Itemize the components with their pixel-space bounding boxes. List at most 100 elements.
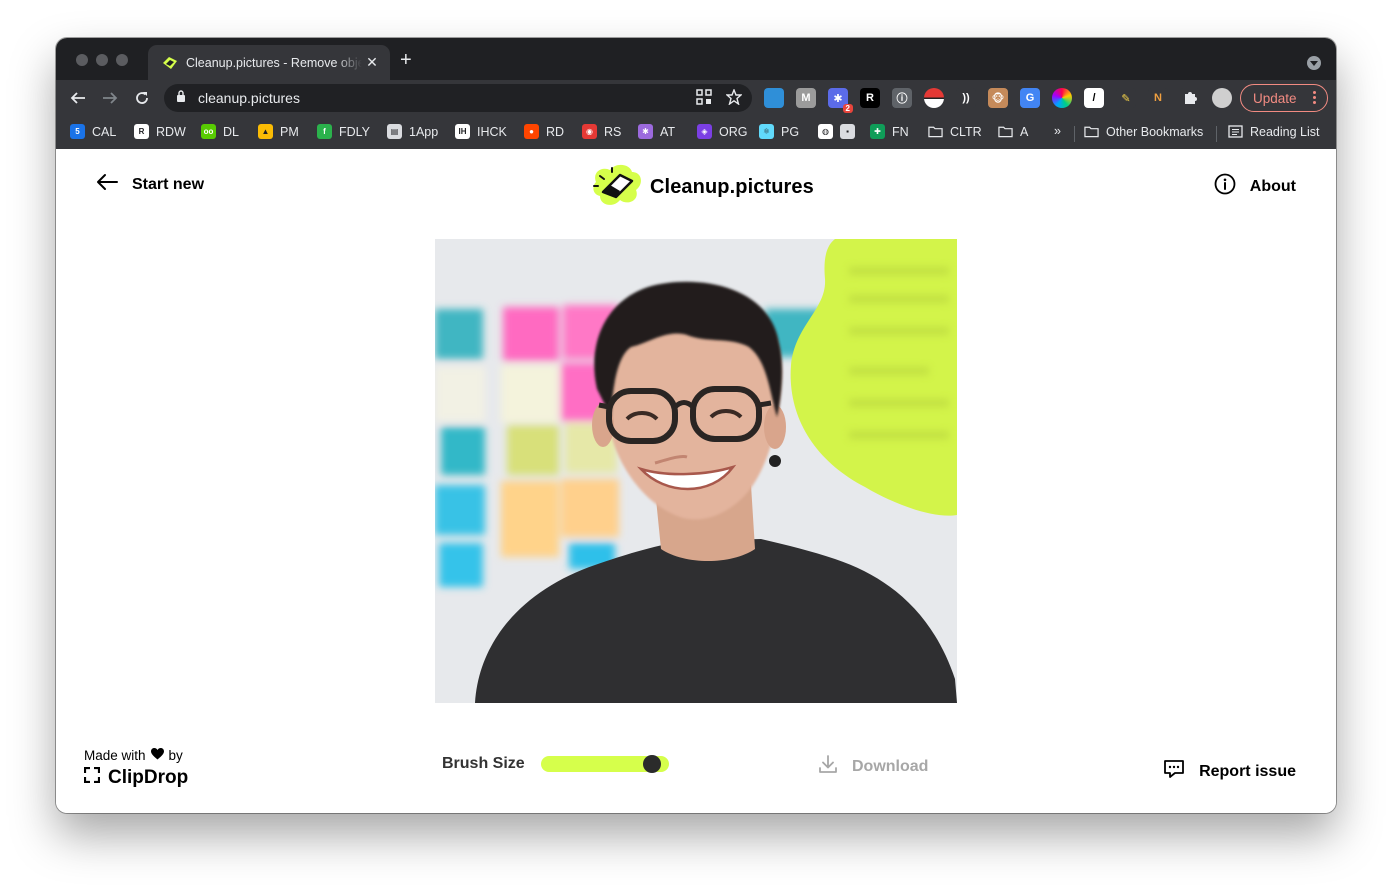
page-content: Start new Cleanup.pictures About Made wi… — [56, 149, 1336, 813]
rs-icon: ◉ — [582, 124, 597, 139]
bookmarks-separator — [1074, 126, 1075, 142]
cleanup-favicon-icon — [162, 56, 178, 70]
minimize-window-dot[interactable] — [96, 54, 108, 66]
pokeball-extension-icon[interactable] — [924, 88, 944, 108]
shield-icon: ◈ — [697, 124, 712, 139]
clipdrop-logo-icon — [83, 766, 101, 789]
slash-extension-icon[interactable]: / — [1084, 88, 1104, 108]
profile-avatar-icon[interactable] — [1212, 88, 1232, 108]
bookmark-label: AT — [660, 124, 676, 139]
brush-size-label: Brush Size — [442, 755, 525, 772]
brush-size-control: Brush Size — [442, 755, 669, 773]
m-extension-icon[interactable]: M — [796, 88, 816, 108]
bookmark-label: CAL — [92, 124, 117, 139]
bookmark-pg[interactable]: ⚛ PG — [759, 124, 799, 139]
bookmark-dl[interactable]: oo DL — [201, 124, 239, 139]
editable-photo-canvas[interactable] — [435, 239, 957, 703]
browser-tab-active[interactable]: Cleanup.pictures - Remove objects ✕ — [148, 45, 390, 80]
update-button[interactable]: Update — [1240, 84, 1328, 112]
logo-text: Cleanup.pictures — [650, 176, 814, 198]
ni-extension-icon[interactable]: N — [1148, 88, 1168, 108]
bookmark-ihck[interactable]: IH IHCK — [455, 124, 507, 139]
back-arrow-icon[interactable] — [66, 86, 90, 110]
bookmark-label: FDLY — [339, 124, 371, 139]
more-menu-icon[interactable] — [1313, 91, 1316, 106]
bookmark-globe[interactable]: ◍ — [818, 124, 833, 139]
folder-icon — [998, 124, 1013, 139]
snowflake-extension-icon[interactable]: ✱ 2 — [828, 88, 853, 113]
puzzle-extension-icon[interactable] — [1180, 88, 1200, 108]
bookmarks-separator — [1216, 126, 1217, 142]
download-button[interactable]: Download — [818, 754, 928, 779]
bookmark-cltr[interactable]: CLTR — [928, 124, 982, 139]
about-label: About — [1249, 177, 1296, 195]
zoom-window-dot[interactable] — [116, 54, 128, 66]
folder-icon — [928, 124, 943, 139]
close-tab-icon[interactable]: ✕ — [364, 54, 380, 71]
about-button[interactable]: About — [1214, 173, 1296, 200]
bookmark-note[interactable]: ▪ — [840, 124, 855, 139]
react-icon: ⚛ — [759, 124, 774, 139]
qr-code-icon[interactable] — [696, 89, 712, 110]
brush-size-slider[interactable] — [540, 755, 669, 773]
forward-arrow-icon[interactable] — [98, 86, 122, 110]
bookmark-label: CLTR — [950, 124, 982, 139]
address-bar[interactable]: cleanup.pictures — [164, 84, 752, 112]
report-issue-label: Report issue — [1199, 762, 1296, 780]
bookmark-at[interactable]: ✱ AT — [638, 124, 675, 139]
bookmark-fdly[interactable]: f FDLY — [317, 124, 370, 139]
browser-window: Cleanup.pictures - Remove objects ✕ + cl… — [56, 38, 1336, 813]
bookmark-label: ORG — [719, 124, 748, 139]
bookmark-rd[interactable]: ● RD — [524, 124, 564, 139]
bookmark-label: RDW — [156, 124, 186, 139]
app-logo[interactable]: Cleanup.pictures — [590, 162, 814, 213]
translate-extension-icon[interactable]: G — [1020, 88, 1040, 108]
reading-list-icon — [1228, 124, 1243, 139]
bookmark-rs[interactable]: ◉ RS — [582, 124, 621, 139]
info-extension-icon[interactable]: ⓘ — [892, 88, 912, 108]
drive-icon: ▲ — [258, 124, 273, 139]
color-ring-extension-icon[interactable] — [1052, 88, 1072, 108]
new-tab-icon[interactable]: + — [400, 50, 412, 70]
bookmark-cal[interactable]: 5 CAL — [70, 124, 116, 139]
tab-search-icon[interactable] — [1307, 56, 1321, 70]
reload-icon[interactable] — [130, 86, 154, 110]
feedly-icon: f — [317, 124, 332, 139]
calendar-icon: 5 — [70, 124, 85, 139]
arrow-left-icon — [96, 173, 118, 196]
bookmark-rdw[interactable]: R RDW — [134, 124, 186, 139]
signal-extension-icon[interactable]: )) — [956, 88, 976, 108]
brush-size-slider-handle[interactable] — [642, 755, 661, 773]
start-new-button[interactable]: Start new — [96, 173, 204, 196]
reading-list-label: Reading List — [1250, 124, 1320, 139]
bookmark-label: FN — [892, 124, 909, 139]
bookmark-fn[interactable]: ✚ FN — [870, 124, 909, 139]
report-issue-button[interactable]: Report issue — [1163, 758, 1296, 785]
eraser-logo-icon — [590, 162, 644, 213]
other-bookmarks-label: Other Bookmarks — [1106, 124, 1204, 139]
close-window-dot[interactable] — [76, 54, 88, 66]
clipdrop-link[interactable]: ClipDrop — [83, 766, 189, 789]
monkey-extension-icon[interactable]: 🐵 — [988, 88, 1008, 108]
bookmark-label: PG — [781, 124, 800, 139]
duolingo-icon: oo — [201, 124, 216, 139]
bookmark-pm[interactable]: ▲ PM — [258, 124, 299, 139]
start-new-label: Start new — [132, 175, 205, 193]
gem-extension-icon[interactable] — [764, 88, 784, 108]
r-extension-icon[interactable]: R — [860, 88, 880, 108]
reading-list[interactable]: Reading List — [1228, 124, 1320, 139]
bookmark-label: A — [1020, 124, 1029, 139]
bookmark-org[interactable]: ◈ ORG — [697, 124, 747, 139]
clipdrop-label: ClipDrop — [108, 767, 189, 788]
other-bookmarks[interactable]: Other Bookmarks — [1084, 124, 1203, 139]
bookmark-a[interactable]: A — [998, 124, 1028, 139]
onapp-icon: ▤ — [387, 124, 402, 139]
bookmark-1app[interactable]: ▤ 1App — [387, 124, 438, 139]
bookmark-star-icon[interactable] — [725, 88, 743, 110]
folder-icon — [1084, 124, 1099, 139]
highlighter-extension-icon[interactable]: ✎ — [1116, 88, 1136, 108]
ihck-icon: IH — [455, 124, 470, 139]
tab-title: Cleanup.pictures - Remove objects — [186, 55, 362, 70]
bookmarks-overflow[interactable]: » — [1054, 124, 1061, 138]
bookmark-label: RD — [546, 124, 565, 139]
